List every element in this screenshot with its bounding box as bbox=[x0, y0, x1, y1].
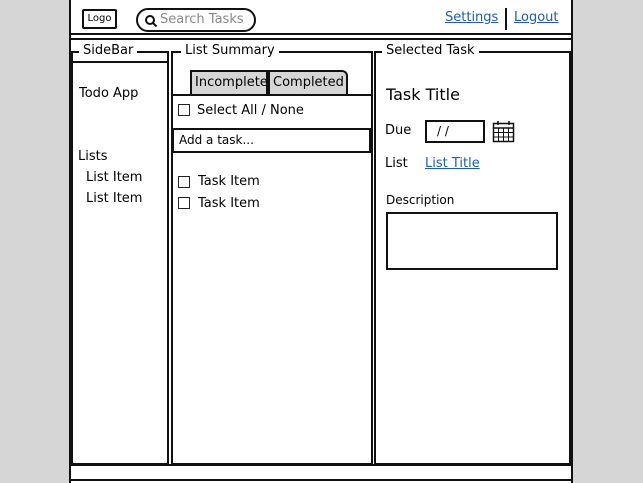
logo: Logo bbox=[82, 9, 117, 29]
calendar-icon[interactable] bbox=[492, 120, 515, 143]
logout-link[interactable]: Logout bbox=[514, 10, 559, 25]
due-label: Due bbox=[385, 123, 412, 138]
list-title-link[interactable]: List Title bbox=[425, 156, 480, 171]
sidebar bbox=[71, 51, 169, 465]
list-label: List bbox=[385, 156, 408, 171]
header-bottom-border bbox=[71, 38, 571, 40]
task-item-label[interactable]: Task Item bbox=[198, 174, 260, 189]
settings-link[interactable]: Settings bbox=[445, 10, 498, 25]
left-gutter bbox=[0, 0, 71, 483]
app-title: Todo App bbox=[79, 86, 139, 101]
search-input[interactable]: Search Tasks bbox=[136, 8, 256, 32]
select-all-checkbox[interactable] bbox=[178, 104, 190, 116]
footer-bottom-border bbox=[71, 479, 571, 481]
search-placeholder: Search Tasks bbox=[160, 12, 244, 27]
tab-incomplete[interactable]: Incomplete bbox=[190, 70, 268, 95]
footer-top-border bbox=[71, 464, 571, 466]
task-checkbox[interactable] bbox=[178, 197, 190, 209]
nav-divider bbox=[505, 8, 507, 30]
due-date-input[interactable]: / / bbox=[425, 120, 485, 143]
description-label: Description bbox=[386, 193, 455, 207]
select-all-label: Select All / None bbox=[197, 103, 304, 118]
task-title: Task Title bbox=[386, 85, 460, 104]
sidebar-item-list-1[interactable]: List Item bbox=[86, 170, 142, 185]
search-icon bbox=[145, 15, 158, 28]
sidebar-item-list-2[interactable]: List Item bbox=[86, 191, 142, 206]
task-item-label[interactable]: Task Item bbox=[198, 196, 260, 211]
description-textarea[interactable] bbox=[386, 212, 558, 270]
top-header: Logo Search Tasks Settings Logout bbox=[71, 3, 571, 35]
tab-content-border bbox=[171, 94, 373, 96]
right-gutter bbox=[571, 0, 643, 483]
task-checkbox[interactable] bbox=[178, 176, 190, 188]
tab-completed[interactable]: Completed bbox=[268, 70, 348, 95]
add-task-input[interactable]: Add a task... bbox=[172, 128, 371, 153]
lists-label: Lists bbox=[78, 149, 108, 164]
